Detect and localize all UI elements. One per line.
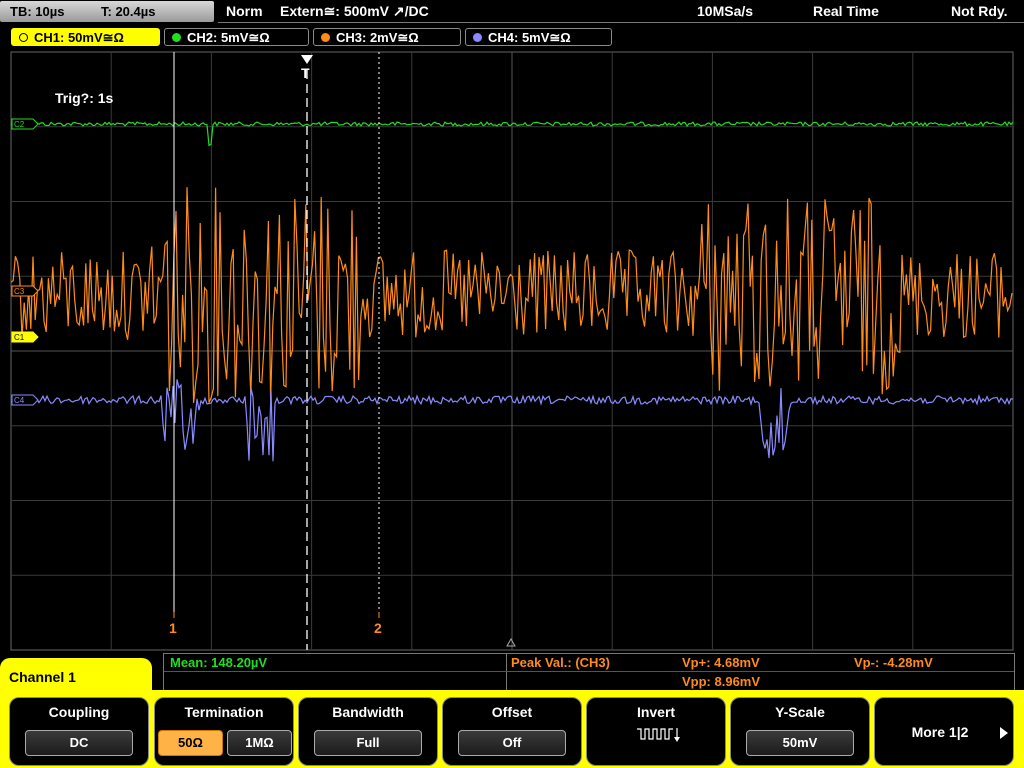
mean-value: Mean: 148.20µV [170,655,268,670]
offset-button[interactable]: Offset Off [442,697,582,766]
ch3-marker-label: C3 [14,287,25,296]
next-page-arrow-icon [1000,727,1008,739]
menu-title: Channel 1 [0,658,152,698]
invert-label: Invert [636,704,676,720]
coupling-value: DC [25,730,133,756]
cursor-2-label: 2 [374,620,382,636]
vpp-value: Vpp: 8.96mV [682,674,761,689]
yscale-button[interactable]: Y-Scale 50mV [730,697,870,766]
center-marker-icon [506,637,516,647]
ch3-ref-marker[interactable]: C3 [11,285,39,297]
bandwidth-value: Full [314,730,422,756]
bandwidth-label: Bandwidth [332,704,404,720]
more-button[interactable]: More 1|2 [874,697,1014,766]
ch2-ref-marker[interactable]: C2 [11,118,39,130]
vp-plus-value: Vp+: 4.68mV [682,655,760,670]
more-label: More 1|2 [911,724,969,740]
yscale-value: 50mV [746,730,854,756]
bandwidth-button[interactable]: Bandwidth Full [298,697,438,766]
ch1-ref-marker[interactable]: C1 [11,331,39,343]
invert-waveform-icon [637,728,680,742]
ch2-marker-label: C2 [14,120,25,129]
termination-button[interactable]: Termination 50Ω 1MΩ [154,697,294,766]
vp-minus-value: Vp-: -4.28mV [854,655,933,670]
termination-label: Termination [184,704,264,720]
offset-value: Off [458,730,566,756]
coupling-button[interactable]: Coupling DC [9,697,149,766]
invert-button[interactable]: Invert [586,697,726,766]
peak-label: Peak Val.: (CH3) [511,655,610,670]
ch1-marker-label: C1 [14,333,25,342]
termination-1mohm-option[interactable]: 1MΩ [227,730,292,756]
yscale-label: Y-Scale [775,704,825,720]
ch4-ref-marker[interactable]: C4 [11,394,39,406]
meas-divider [506,654,507,690]
cursor-1-label: 1 [169,620,177,636]
termination-50ohm-option[interactable]: 50Ω [158,730,223,756]
coupling-label: Coupling [48,704,110,720]
trigger-marker: T [301,65,310,81]
offset-label: Offset [491,704,533,720]
ch4-marker-label: C4 [14,396,25,405]
meas-row-divider [164,671,1014,672]
measurement-panel: Mean: 148.20µV Peak Val.: (CH3) Vp+: 4.6… [163,653,1015,691]
trig-info: Trig?: 1s [55,90,114,106]
